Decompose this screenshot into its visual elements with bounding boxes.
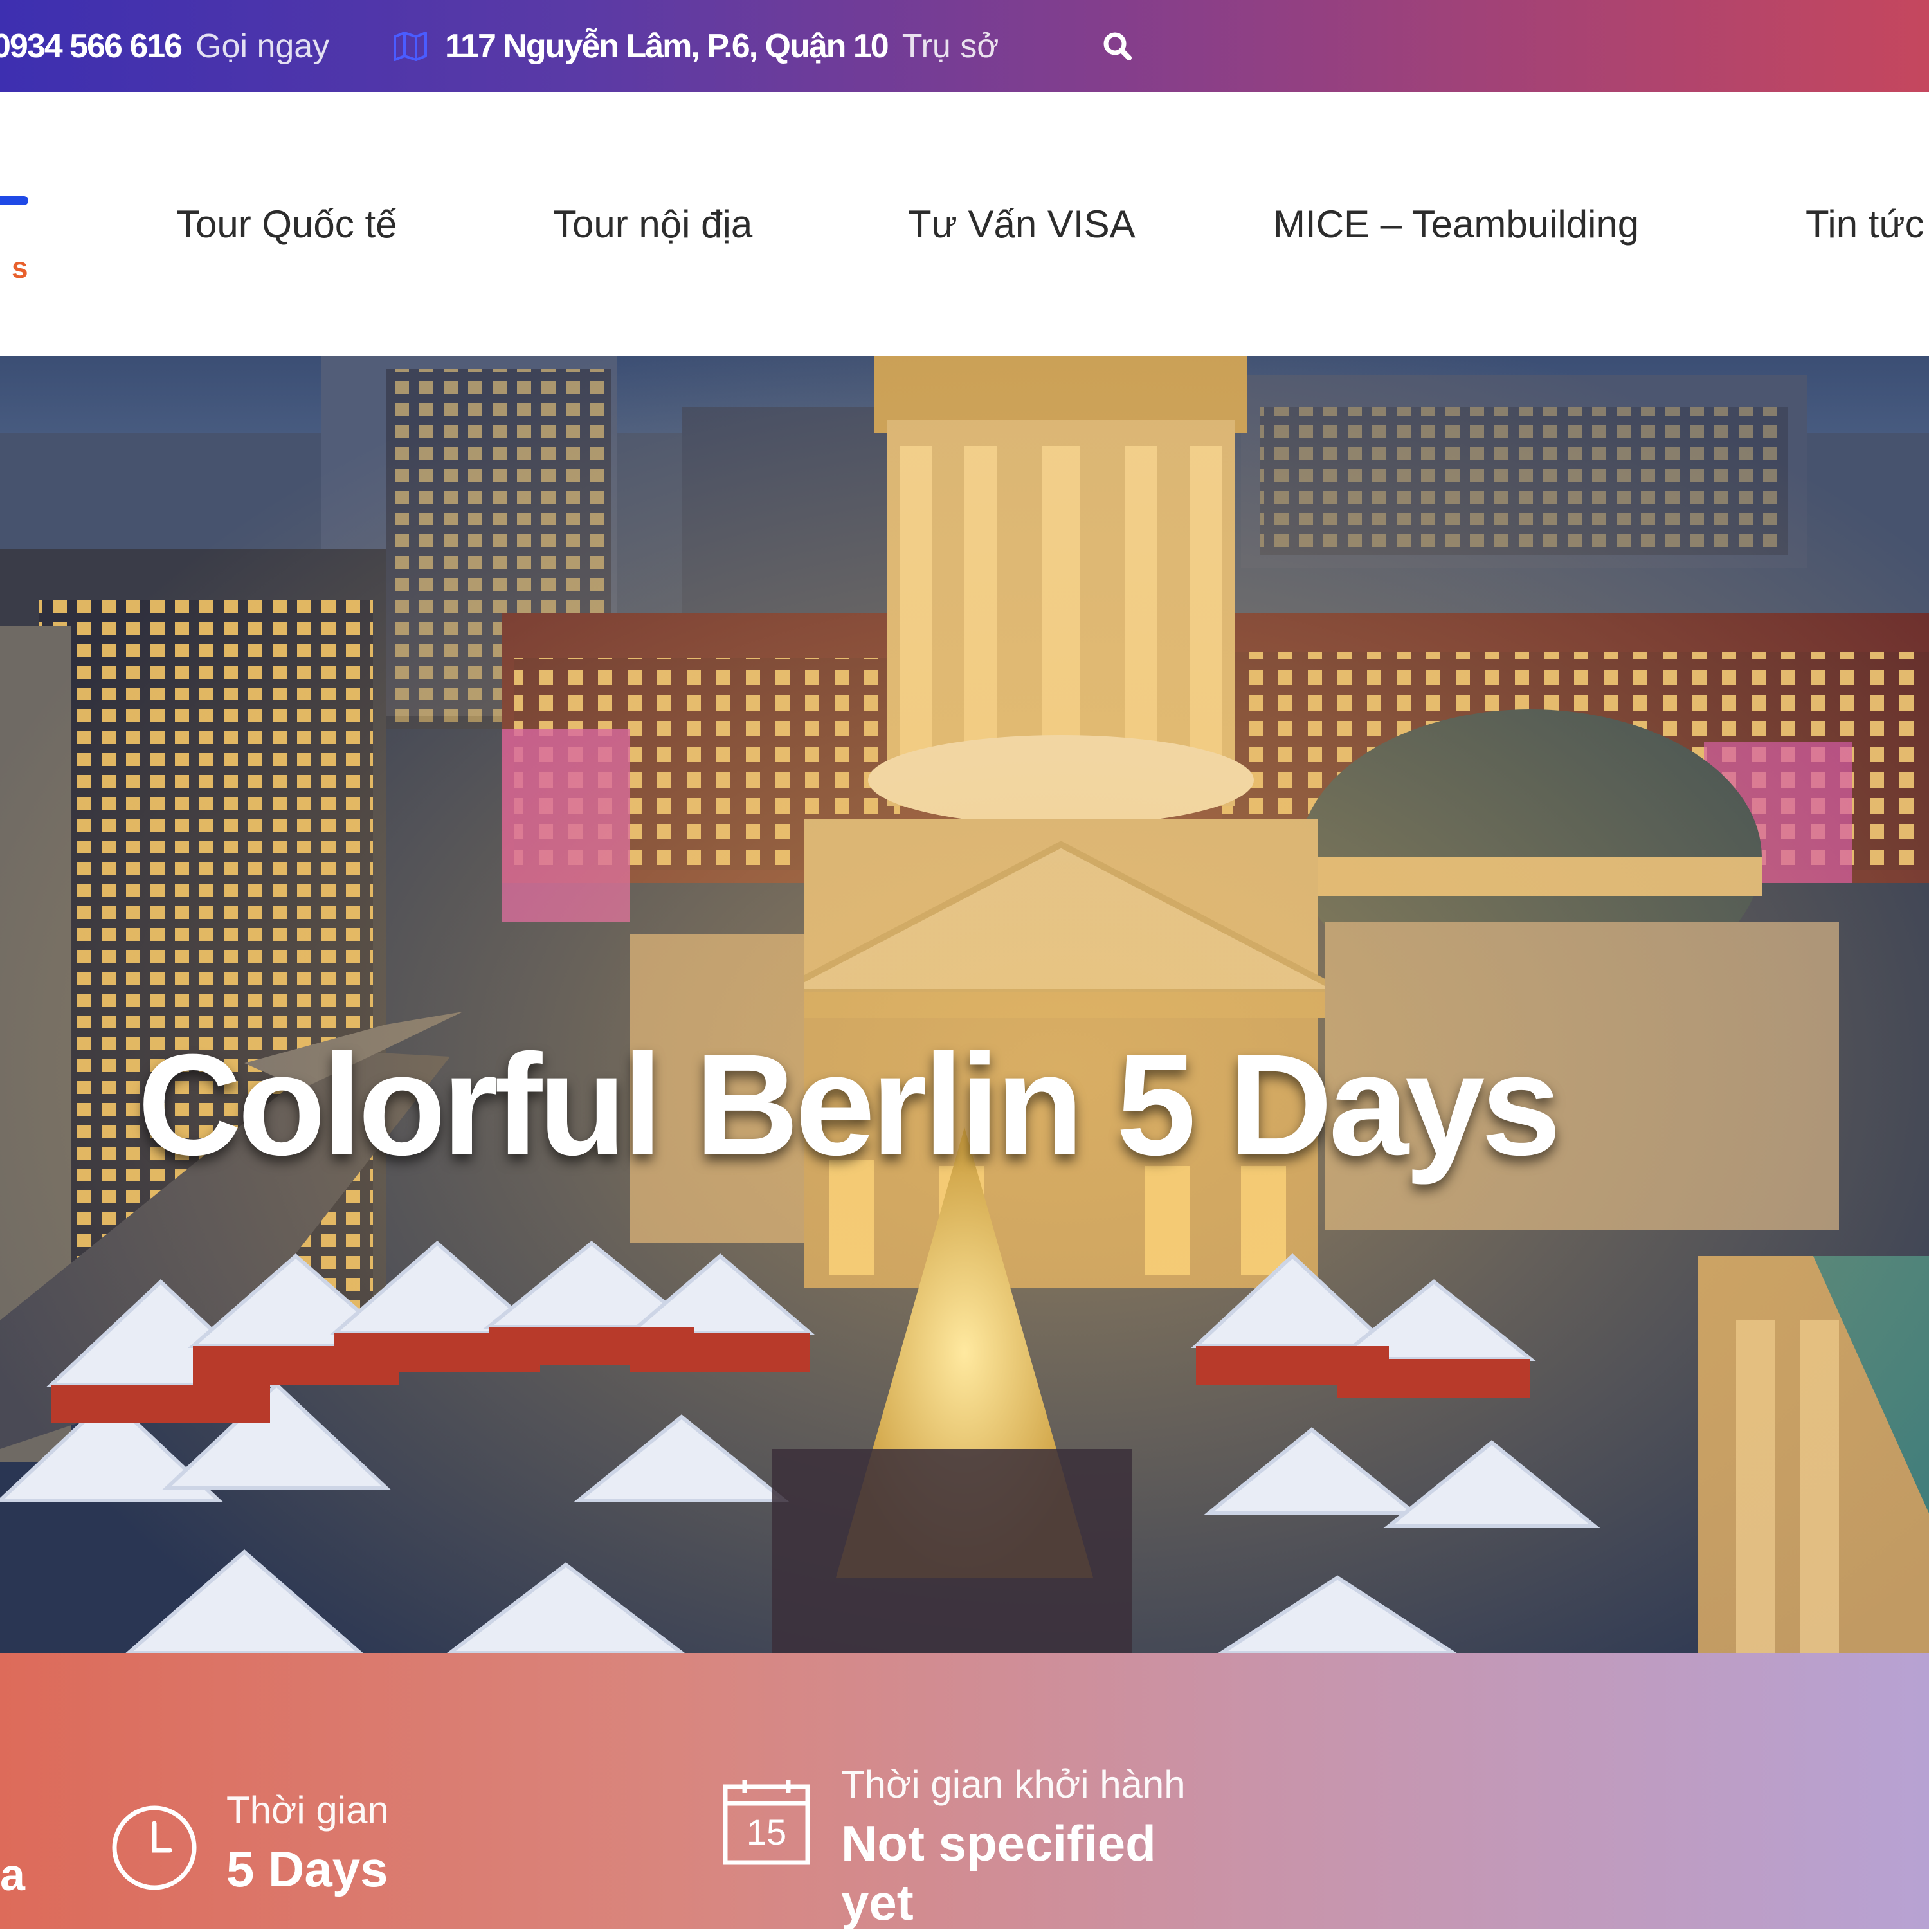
- duration-value: 5 Days: [226, 1841, 388, 1897]
- duration-label: Thời gian: [226, 1789, 389, 1832]
- clock-icon: [112, 1805, 197, 1890]
- departure-label: Thời gian khởi hành: [841, 1763, 1186, 1806]
- search-button[interactable]: [1100, 0, 1136, 92]
- hero-banner: Colorful Berlin 5 Days: [0, 356, 1929, 1653]
- main-navigation: s Tour Quốc tế Tour nội địa Tư Vấn VISA …: [0, 92, 1929, 356]
- address-text: 117 Nguyễn Lâm, P.6, Quận 10: [445, 27, 889, 65]
- address-contact[interactable]: 117 Nguyễn Lâm, P.6, Quận 10 Trụ sở: [394, 0, 999, 92]
- search-icon: [1103, 32, 1132, 60]
- phone-action: Gọi ngay: [195, 27, 330, 65]
- top-contact-bar: 0934 566 616 Gọi ngay 117 Nguyễn Lâm, P.…: [0, 0, 1929, 92]
- nav-item-mice[interactable]: MICE – Teambuilding: [1273, 92, 1639, 356]
- cut-off-info-glyph: a: [0, 1850, 25, 1900]
- departure-value-line2: yet: [841, 1874, 914, 1931]
- hero-image: [0, 356, 1929, 1653]
- address-label: Trụ sở: [901, 27, 999, 65]
- nav-item-tour-quoc-te[interactable]: Tour Quốc tế: [176, 92, 397, 356]
- nav-item-tour-noi-dia[interactable]: Tour nội địa: [553, 92, 752, 356]
- nav-item-tin-tuc[interactable]: Tin tức: [1806, 92, 1924, 356]
- departure-value-line1: Not specified: [841, 1815, 1156, 1872]
- calendar-day: 15: [746, 1812, 787, 1852]
- logo-fragment[interactable]: s: [12, 250, 28, 285]
- nav-item-tu-van-visa[interactable]: Tư Vấn VISA: [908, 92, 1136, 356]
- tour-info-bar: a Thời gian 5 Days 15 Thời gian khởi hàn…: [0, 1653, 1929, 1931]
- tour-title: Colorful Berlin 5 Days: [137, 1025, 1561, 1185]
- phone-number: 0934 566 616: [0, 27, 183, 65]
- phone-contact[interactable]: 0934 566 616 Gọi ngay: [0, 0, 329, 92]
- map-icon: [394, 31, 427, 61]
- logo-mark[interactable]: [0, 196, 28, 205]
